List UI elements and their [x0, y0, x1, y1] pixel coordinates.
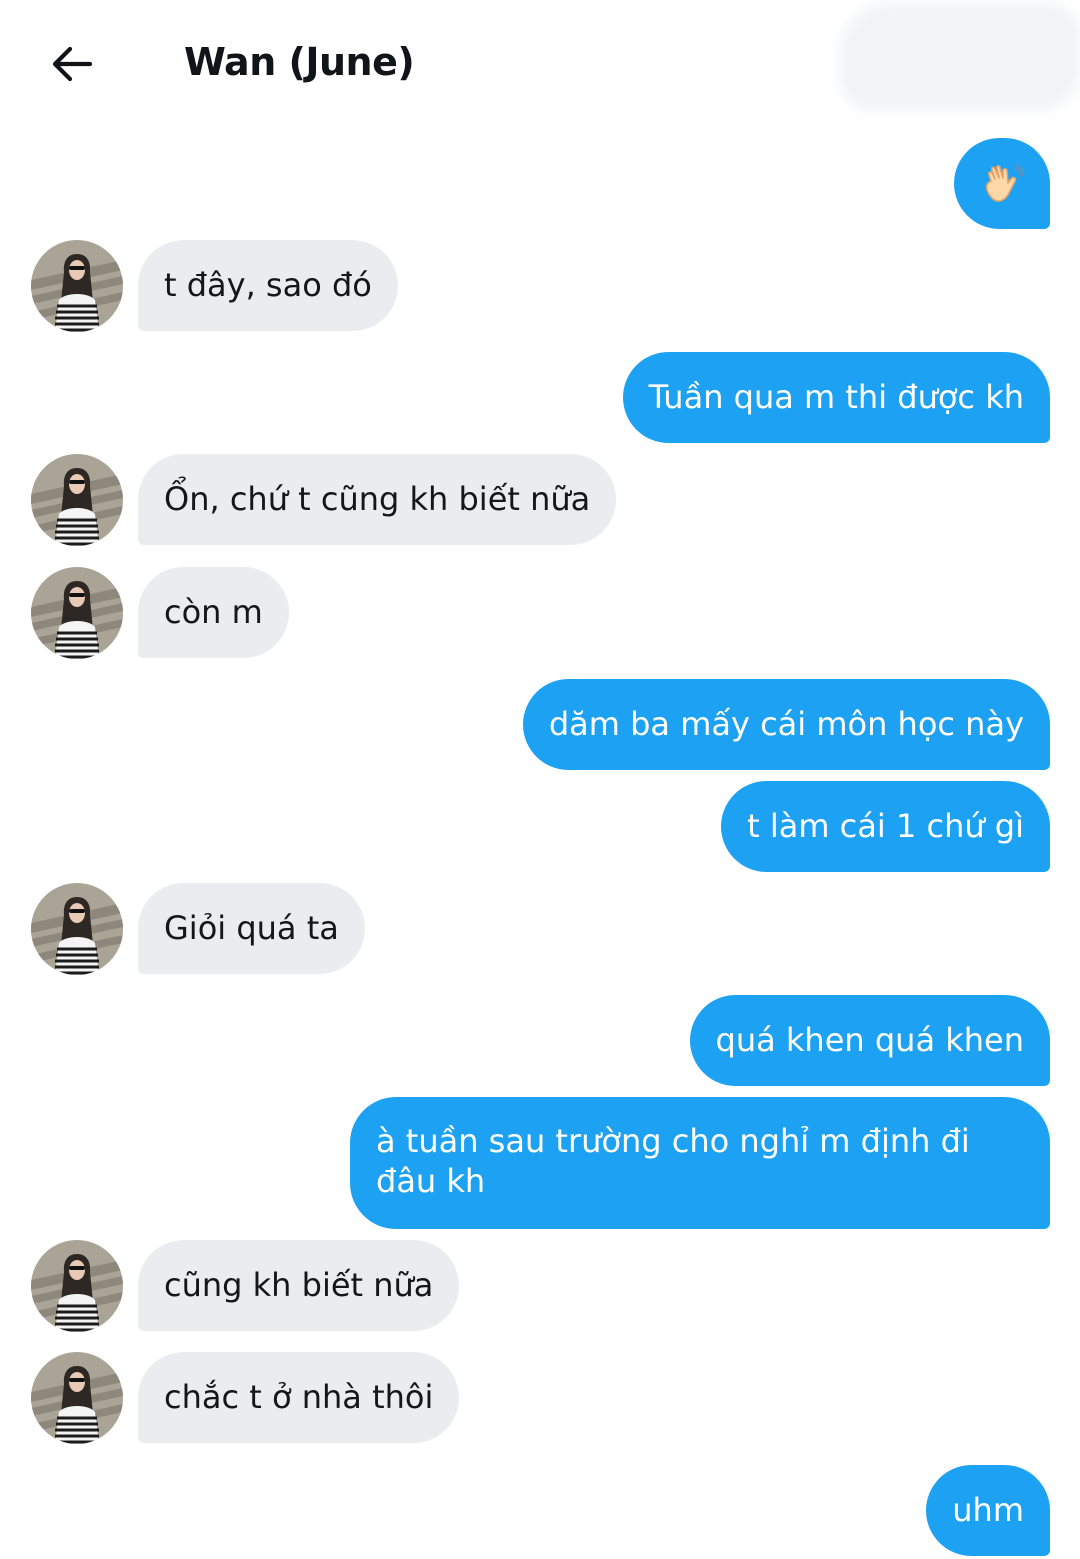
incoming-message-bubble[interactable]: còn m: [138, 567, 289, 658]
contact-avatar-image: [31, 454, 123, 546]
incoming-message-bubble[interactable]: Ổn, chứ t cũng kh biết nữa: [138, 454, 617, 545]
outgoing-message-bubble[interactable]: dăm ba mấy cái môn học này: [522, 679, 1050, 770]
contact-avatar-image: [31, 883, 123, 975]
incoming-message-bubble[interactable]: t đây, sao đó: [138, 240, 398, 331]
contact-avatar[interactable]: [31, 1352, 123, 1444]
contact-avatar[interactable]: [31, 567, 123, 659]
outgoing-message-bubble[interactable]: Tuần qua m thi được kh: [622, 352, 1050, 443]
incoming-message-bubble[interactable]: Giỏi quá ta: [138, 883, 365, 974]
waving-hand-icon: [985, 163, 1024, 202]
contact-avatar[interactable]: [31, 883, 123, 975]
outgoing-message-bubble[interactable]: à tuần sau trường cho nghỉ m định đi đâu…: [350, 1097, 1050, 1229]
contact-avatar-image: [31, 240, 123, 332]
contact-avatar-image: [31, 1240, 123, 1332]
outgoing-message-bubble[interactable]: t làm cái 1 chứ gì: [721, 781, 1050, 872]
contact-avatar[interactable]: [31, 454, 123, 546]
incoming-message-bubble[interactable]: chắc t ở nhà thôi: [138, 1352, 460, 1443]
contact-avatar-image: [31, 567, 123, 659]
message-list: t đây, sao đó Tuần qua m thi được kh Ổn,…: [0, 0, 1080, 1559]
contact-avatar-image: [31, 1352, 123, 1444]
outgoing-message-bubble[interactable]: uhm: [926, 1465, 1050, 1556]
outgoing-message-bubble[interactable]: quá khen quá khen: [689, 995, 1050, 1086]
outgoing-message-bubble[interactable]: [954, 138, 1050, 229]
incoming-message-bubble[interactable]: cũng kh biết nữa: [138, 1240, 460, 1331]
contact-avatar[interactable]: [31, 240, 123, 332]
contact-avatar[interactable]: [31, 1240, 123, 1332]
